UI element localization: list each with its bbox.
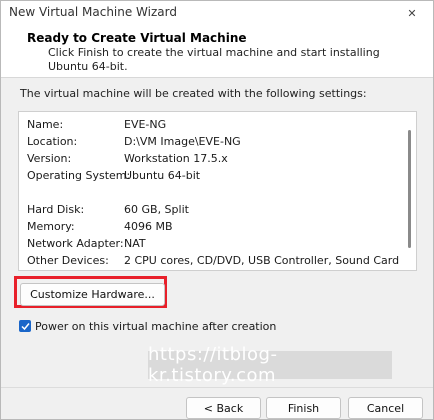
close-button[interactable]: ✕ — [391, 1, 433, 25]
wizard-header: Ready to Create Virtual Machine Click Fi… — [1, 25, 433, 78]
wizard-window: New Virtual Machine Wizard ✕ Ready to Cr… — [0, 0, 434, 420]
settings-label: Other Devices: — [27, 254, 109, 267]
settings-intro: The virtual machine will be created with… — [20, 87, 367, 100]
cancel-button[interactable]: Cancel — [348, 397, 423, 419]
settings-label: Version: — [27, 152, 72, 165]
settings-value: 4096 MB — [124, 220, 173, 233]
power-on-checkbox[interactable] — [19, 320, 31, 332]
power-on-label: Power on this virtual machine after crea… — [35, 319, 277, 333]
settings-summary[interactable]: Name: EVE-NG Location: D:\VM Image\EVE-N… — [18, 111, 417, 271]
settings-label: Memory: — [27, 220, 75, 233]
back-button[interactable]: < Back — [186, 397, 261, 419]
footer-divider — [1, 387, 433, 388]
window-title: New Virtual Machine Wizard — [9, 5, 177, 19]
customize-hardware-button[interactable]: Customize Hardware... — [20, 283, 165, 306]
scrollbar-thumb[interactable] — [408, 130, 411, 248]
settings-label: Name: — [27, 118, 64, 131]
settings-value: NAT — [124, 237, 146, 250]
settings-label: Operating System: — [27, 169, 131, 182]
finish-button[interactable]: Finish — [266, 397, 341, 419]
page-title: Ready to Create Virtual Machine — [27, 31, 247, 45]
settings-value: 60 GB, Split — [124, 203, 189, 216]
settings-value: D:\VM Image\EVE-NG — [124, 135, 241, 148]
settings-value: Workstation 17.5.x — [124, 152, 228, 165]
settings-value: 2 CPU cores, CD/DVD, USB Controller, Sou… — [124, 254, 400, 267]
settings-value: Ubuntu 64-bit — [124, 169, 201, 182]
settings-label: Hard Disk: — [27, 203, 85, 216]
settings-scrollbar[interactable] — [402, 112, 416, 270]
settings-label: Network Adapter: — [27, 237, 124, 250]
settings-value: EVE-NG — [124, 118, 167, 131]
watermark-text: https://itblog-kr.tistory.com — [148, 344, 392, 386]
power-on-checkbox-row[interactable]: Power on this virtual machine after crea… — [19, 319, 276, 333]
page-subtitle: Click Finish to create the virtual machi… — [48, 46, 380, 73]
settings-label: Location: — [27, 135, 78, 148]
checkmark-icon — [20, 322, 30, 330]
title-bar: New Virtual Machine Wizard ✕ — [1, 1, 433, 25]
close-icon: ✕ — [407, 6, 417, 20]
